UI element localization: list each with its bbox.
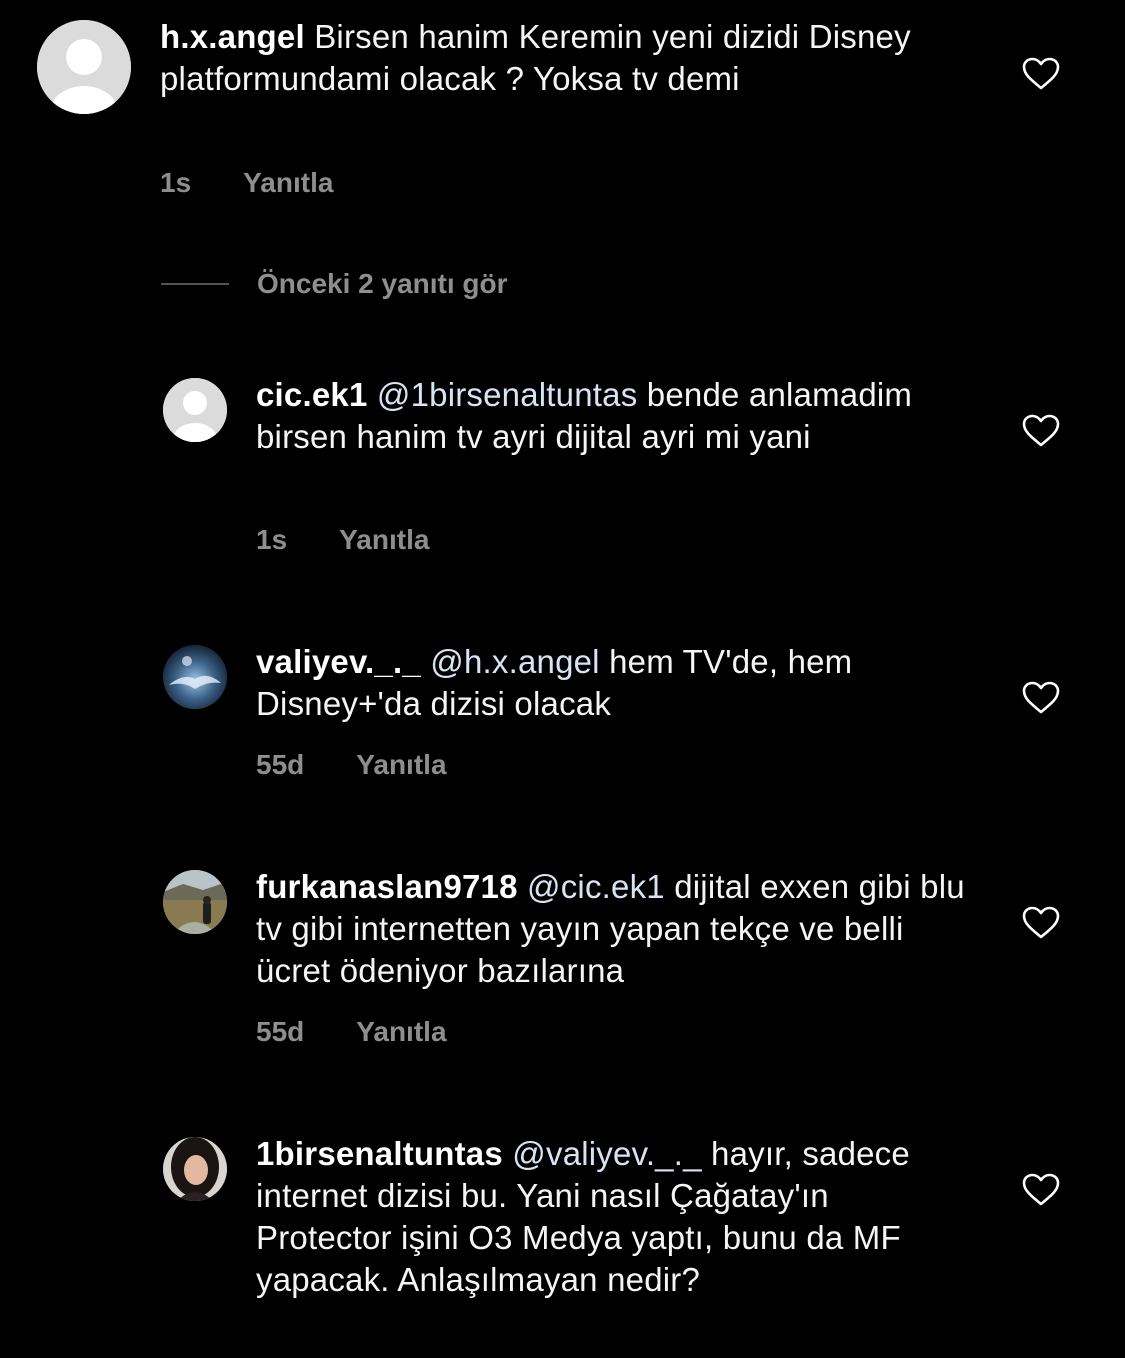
avatar[interactable] xyxy=(163,870,227,934)
comment-meta: 55d Yanıtla xyxy=(256,749,447,781)
comment-time: 55d xyxy=(256,1016,305,1047)
user-photo-icon xyxy=(163,870,227,934)
comment-time: 1s xyxy=(160,167,192,198)
comment-time: 1s xyxy=(256,524,288,555)
view-replies-label[interactable]: Önceki 2 yanıtı gör xyxy=(257,268,508,300)
like-heart-icon[interactable] xyxy=(1022,57,1060,91)
comment-body: furkanaslan9718 @cic.ek1 dijital exxen g… xyxy=(256,866,976,992)
avatar[interactable] xyxy=(37,20,131,114)
default-avatar-icon xyxy=(37,20,131,114)
like-heart-icon[interactable] xyxy=(1022,906,1060,940)
user-photo-icon xyxy=(163,1137,227,1201)
comment-body: h.x.angel Birsen hanim Keremin yeni dizi… xyxy=(160,16,960,100)
avatar[interactable] xyxy=(163,645,227,709)
comment-username[interactable]: h.x.angel xyxy=(160,18,305,55)
reply-button[interactable]: Yanıtla xyxy=(356,1016,446,1048)
avatar[interactable] xyxy=(163,378,227,442)
like-heart-icon[interactable] xyxy=(1022,414,1060,448)
reply-button[interactable]: Yanıtla xyxy=(339,524,429,556)
default-avatar-icon xyxy=(163,378,227,442)
comment-time: 55d xyxy=(256,749,305,780)
reply-button[interactable]: Yanıtla xyxy=(356,749,446,781)
comment-mention[interactable]: @cic.ek1 xyxy=(527,868,665,905)
reply-button[interactable]: Yanıtla xyxy=(243,167,333,199)
user-photo-icon xyxy=(163,645,227,709)
comment-body: valiyev._._ @h.x.angel hem TV'de, hem Di… xyxy=(256,641,956,725)
comment-username[interactable]: cic.ek1 xyxy=(256,376,368,413)
comment-mention[interactable]: @valiyev._._ xyxy=(512,1135,701,1172)
comment-username[interactable]: furkanaslan9718 xyxy=(256,868,518,905)
comment-body: 1birsenaltuntas @valiyev._._ hayır, sade… xyxy=(256,1133,956,1301)
comment-meta: 1s Yanıtla xyxy=(160,167,333,199)
like-heart-icon[interactable] xyxy=(1022,1173,1060,1207)
comment-username[interactable]: 1birsenaltuntas xyxy=(256,1135,503,1172)
comment-meta: 1s Yanıtla xyxy=(256,524,429,556)
avatar[interactable] xyxy=(163,1137,227,1201)
comment-mention[interactable]: @h.x.angel xyxy=(430,643,599,680)
view-previous-replies-button[interactable]: Önceki 2 yanıtı gör xyxy=(161,268,508,300)
comment-meta: 55d Yanıtla xyxy=(256,1016,447,1048)
comment-mention[interactable]: @1birsenaltuntas xyxy=(377,376,638,413)
comment-username[interactable]: valiyev._._ xyxy=(256,643,421,680)
like-heart-icon[interactable] xyxy=(1022,681,1060,715)
divider-line xyxy=(161,283,229,285)
comment-body: cic.ek1 @1birsenaltuntas bende anlamadim… xyxy=(256,374,956,458)
